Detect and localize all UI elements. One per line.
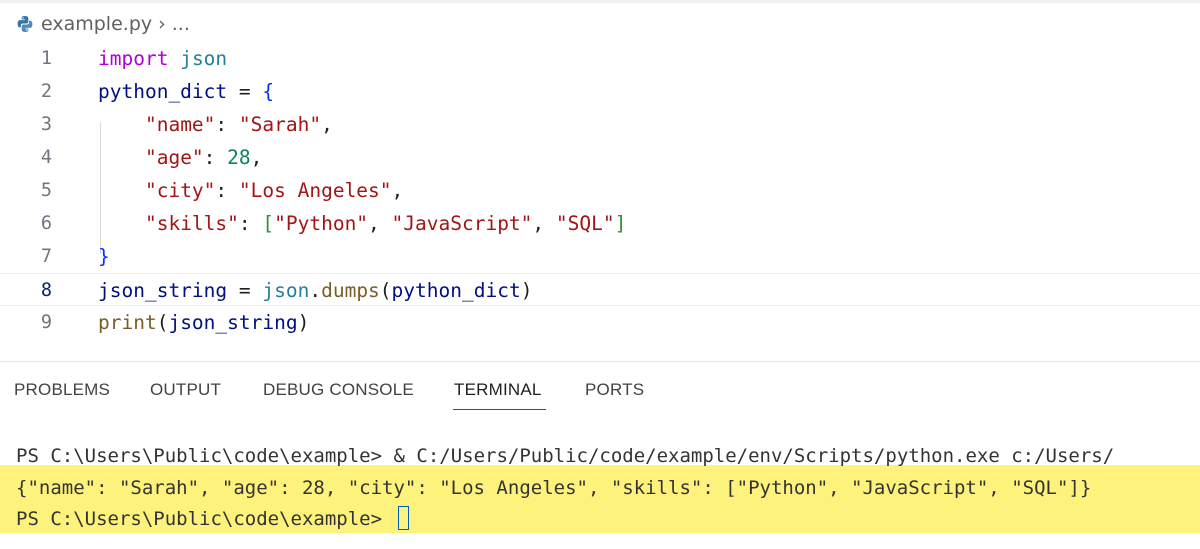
terminal-cursor [397, 505, 409, 530]
line-number: 7 [40, 246, 52, 267]
line-number: 3 [40, 114, 52, 135]
tab-problems[interactable]: PROBLEMS [14, 380, 110, 400]
tab-terminal[interactable]: TERMINAL [454, 380, 542, 400]
line-number: 5 [40, 180, 52, 201]
tab-ports[interactable]: PORTS [585, 380, 644, 400]
chevron-right-icon: › [158, 13, 166, 35]
code-text[interactable]: "name": "Sarah", [98, 108, 333, 141]
code-text[interactable]: print(json_string) [98, 306, 309, 339]
code-text[interactable]: } [98, 240, 110, 273]
code-line[interactable]: 3 "name": "Sarah", [0, 108, 1200, 141]
tab-output[interactable]: OUTPUT [150, 380, 221, 400]
python-file-icon [16, 15, 34, 33]
breadcrumb-ellipsis[interactable]: ... [172, 13, 190, 35]
line-number: 8 [40, 280, 52, 301]
code-editor[interactable]: 1 import json 2 python_dict = { 3 "name"… [0, 42, 1200, 342]
code-text[interactable]: json_string = json.dumps(python_dict) [98, 274, 532, 307]
code-text[interactable]: python_dict = { [98, 75, 274, 108]
code-line[interactable]: 4 "age": 28, [0, 141, 1200, 174]
terminal-prompt-line[interactable]: PS C:\Users\Public\code\example> [16, 503, 409, 535]
line-number: 4 [40, 147, 52, 168]
code-line-current[interactable]: 8 json_string = json.dumps(python_dict) [0, 273, 1200, 306]
code-line[interactable]: 5 "city": "Los Angeles", [0, 174, 1200, 207]
window-top-border [0, 0, 1200, 3]
breadcrumb-filename[interactable]: example.py [41, 13, 152, 35]
line-number: 6 [40, 213, 52, 234]
code-line[interactable]: 7 } [0, 240, 1200, 273]
tab-debug-console[interactable]: DEBUG CONSOLE [263, 380, 414, 400]
line-number: 9 [40, 312, 52, 333]
terminal-line[interactable]: PS C:\Users\Public\code\example> & C:/Us… [16, 440, 1114, 472]
line-number: 2 [40, 81, 52, 102]
breadcrumb[interactable]: example.py › ... [16, 11, 190, 37]
code-line[interactable]: 1 import json [0, 42, 1200, 75]
code-line[interactable]: 6 "skills": ["Python", "JavaScript", "SQ… [0, 207, 1200, 240]
code-text[interactable]: import json [98, 42, 227, 75]
code-line[interactable]: 9 print(json_string) [0, 306, 1200, 339]
code-text[interactable]: "city": "Los Angeles", [98, 174, 403, 207]
panel-tabs: PROBLEMS OUTPUT DEBUG CONSOLE TERMINAL P… [0, 362, 1200, 417]
terminal-output-line[interactable]: {"name": "Sarah", "age": 28, "city": "Lo… [16, 472, 1091, 504]
code-text[interactable]: "age": 28, [98, 141, 262, 174]
active-tab-indicator [453, 409, 546, 410]
line-number: 1 [40, 48, 52, 69]
code-line[interactable]: 2 python_dict = { [0, 75, 1200, 108]
code-text[interactable]: "skills": ["Python", "JavaScript", "SQL"… [98, 207, 626, 240]
